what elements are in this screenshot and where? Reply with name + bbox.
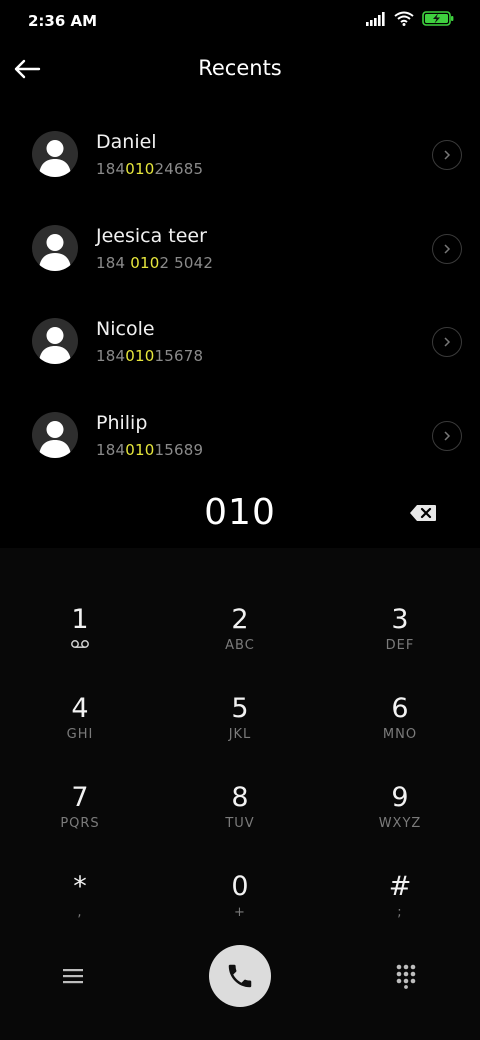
- contact-details-button[interactable]: [432, 327, 462, 357]
- key-digit: 3: [391, 604, 409, 635]
- chevron-right-icon: [444, 430, 451, 441]
- list-item[interactable]: Philip 18401015689: [0, 389, 480, 483]
- key-4[interactable]: 4 GHI: [0, 637, 160, 742]
- page-title: Recents: [198, 56, 282, 80]
- person-icon: [39, 420, 71, 458]
- contact-name: Nicole: [96, 318, 155, 340]
- contact-number: 18401015678: [96, 347, 204, 365]
- key-digit: 6: [391, 693, 409, 724]
- phone-icon: [228, 964, 252, 988]
- menu-icon: [63, 969, 83, 984]
- list-item[interactable]: Jeesica teer 184 0102 5042: [0, 202, 480, 296]
- key-star[interactable]: * ,: [0, 815, 160, 920]
- delete-button[interactable]: [406, 500, 440, 526]
- status-icons: [366, 11, 454, 30]
- key-digit: 8: [231, 782, 249, 813]
- contact-number: 184 0102 5042: [96, 253, 214, 272]
- signal-icon: [366, 11, 386, 30]
- key-digit: *: [73, 871, 87, 902]
- menu-button[interactable]: [52, 960, 94, 992]
- key-0[interactable]: 0 +: [160, 815, 320, 920]
- call-button[interactable]: [209, 945, 271, 1007]
- key-6[interactable]: 6 MNO: [320, 637, 480, 742]
- key-5[interactable]: 5 JKL: [160, 637, 320, 742]
- avatar: [32, 411, 78, 458]
- key-1[interactable]: 1: [0, 548, 160, 648]
- key-digit: 7: [71, 782, 89, 813]
- key-digit: 0: [231, 871, 249, 902]
- contact-name: Daniel: [96, 131, 157, 153]
- contact-number: 18401015689: [96, 440, 204, 459]
- avatar: [32, 224, 78, 271]
- key-digit: #: [388, 871, 412, 902]
- avatar: [32, 131, 78, 177]
- key-3[interactable]: 3 DEF: [320, 548, 480, 653]
- person-icon: [39, 233, 71, 271]
- key-digit: 4: [71, 693, 89, 724]
- dialpad: 1 2 ABC 3 DEF 4 GHI 5 JKL 6 MNO 7 PQRS 8…: [0, 548, 480, 940]
- person-icon: [39, 327, 71, 364]
- dialpad-icon: [396, 964, 416, 989]
- list-item[interactable]: Daniel 18401024685: [0, 108, 480, 202]
- bottom-bar: [0, 940, 480, 1040]
- status-time: 2:36 AM: [28, 12, 98, 30]
- key-8[interactable]: 8 TUV: [160, 726, 320, 831]
- key-digit: 9: [391, 782, 409, 813]
- key-letters: +: [234, 905, 246, 920]
- key-digit: 1: [71, 604, 89, 635]
- key-digit: 2: [231, 604, 249, 635]
- dialpad-toggle-button[interactable]: [386, 958, 426, 994]
- key-hash[interactable]: # ;: [320, 815, 480, 920]
- contact-details-button[interactable]: [432, 420, 462, 451]
- person-icon: [39, 140, 71, 177]
- contact-details-button[interactable]: [432, 233, 462, 264]
- list-item[interactable]: Nicole 18401015678: [0, 295, 480, 389]
- key-9[interactable]: 9 WXYZ: [320, 726, 480, 831]
- recent-contacts-list: Daniel 18401024685 Jeesica teer 184 0102…: [0, 108, 480, 482]
- key-digit: 5: [231, 693, 249, 724]
- key-letters: ,: [77, 905, 83, 920]
- contact-name: Philip: [96, 411, 148, 434]
- key-letters: ;: [397, 905, 403, 920]
- contact-number: 18401024685: [96, 160, 204, 178]
- contact-details-button[interactable]: [432, 140, 462, 170]
- chevron-right-icon: [444, 243, 451, 254]
- status-bar: 2:36 AM: [0, 0, 480, 44]
- avatar: [32, 318, 78, 364]
- chevron-right-icon: [444, 150, 451, 160]
- chevron-right-icon: [444, 337, 451, 347]
- backspace-icon: [410, 505, 436, 521]
- key-2[interactable]: 2 ABC: [160, 548, 320, 653]
- key-7[interactable]: 7 PQRS: [0, 726, 160, 831]
- header: Recents: [0, 44, 480, 96]
- battery-charging-icon: [422, 11, 454, 30]
- dial-display: 010: [0, 486, 480, 544]
- wifi-icon: [394, 11, 414, 30]
- contact-name: Jeesica teer: [96, 224, 207, 247]
